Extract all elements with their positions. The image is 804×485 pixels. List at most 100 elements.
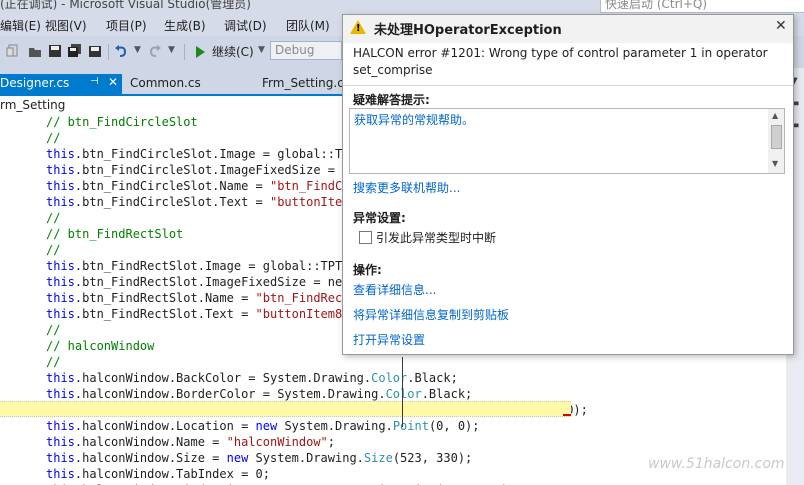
code-text: (0, 0); (428, 419, 480, 433)
code-text: .btn_FindRectSlot.Text = (74, 307, 256, 321)
save-selected-icon[interactable] (88, 44, 102, 58)
code-text: .halconWindow.Size = (74, 451, 227, 465)
undo-icon[interactable] (114, 44, 128, 58)
view-details-link[interactable]: 查看详细信息... (353, 281, 436, 298)
break-on-exception-label[interactable]: 引发此异常类型时中断 (376, 229, 496, 246)
code-line[interactable]: this.btn_FindRectSlot.ImageFixedSize = n… (46, 274, 357, 290)
code-keyword-this: this (46, 179, 75, 193)
code-comment: // (46, 355, 61, 369)
code-line[interactable]: // halconWindow (46, 338, 154, 354)
error-squiggle (563, 414, 571, 416)
continue-play-icon[interactable] (196, 46, 205, 58)
code-type: Point (392, 419, 429, 433)
code-line[interactable]: this.btn_FindCircleSlot.Text = "buttonIt… (46, 194, 349, 210)
warning-icon-mark: ! (356, 23, 361, 34)
tab-designer[interactable]: Designer.cs ⊣ ✕ (0, 74, 122, 94)
code-keyword-this: this (46, 467, 75, 481)
tab-frm-setting[interactable]: Frm_Setting.cs (262, 74, 344, 94)
code-line[interactable]: // (46, 322, 60, 338)
code-text: .halconWindow.Name = (74, 435, 227, 449)
solution-config-select[interactable]: Debug (270, 41, 342, 60)
code-text: .Black; (407, 371, 458, 385)
tab-designer-label: Designer.cs (0, 76, 70, 90)
scroll-thumb[interactable] (771, 125, 782, 149)
code-keyword-this: this (46, 419, 75, 433)
scroll-down-icon[interactable]: ▼ (772, 159, 778, 168)
menu-edit[interactable]: 编辑(E) (0, 17, 41, 34)
code-line[interactable]: this.halconWindow.Size = new System.Draw… (46, 450, 472, 466)
code-line[interactable]: this.halconWindow.Location = new System.… (46, 418, 480, 434)
code-keyword-this: this (46, 147, 75, 161)
code-keyword-this: this (46, 451, 75, 465)
code-keyword-this: this (46, 435, 75, 449)
exception-title: 未处理HOperatorException (374, 23, 562, 38)
scroll-up-icon[interactable]: ▲ (772, 111, 778, 120)
save-all-icon[interactable] (68, 44, 82, 58)
general-help-link[interactable]: 获取异常的常规帮助。 (354, 111, 474, 128)
search-online-help-link[interactable]: 搜索更多联机帮助... (353, 179, 460, 196)
open-exception-settings-link[interactable]: 打开异常设置 (353, 331, 425, 348)
code-line[interactable]: // (46, 130, 60, 146)
code-line[interactable]: this.btn_FindRectSlot.Text = "buttonItem… (46, 306, 349, 322)
code-line[interactable]: this.halconWindow.TabIndex = 0; (46, 466, 270, 482)
pin-icon[interactable]: ⊣ (90, 76, 99, 87)
menu-view[interactable]: 视图(V) (45, 17, 87, 34)
code-line[interactable]: // btn_FindCircleSlot (46, 116, 198, 130)
menu-team[interactable]: 团队(M) (286, 17, 330, 34)
code-type: Color (385, 387, 422, 401)
close-tab-icon[interactable]: ✕ (108, 75, 118, 89)
code-comment: // btn_FindCircleSlot (46, 116, 198, 129)
tab-frm-setting-label: Frm_Setting.cs (262, 76, 344, 90)
quick-launch-input[interactable]: 快速启动 (Ctrl+Q) (600, 0, 804, 13)
code-comment: // (46, 323, 61, 337)
code-line[interactable]: this.halconWindow.Name = "halconWindow"; (46, 434, 335, 450)
code-keyword-this: this (46, 387, 75, 401)
redo-icon[interactable] (148, 44, 162, 58)
tab-common[interactable]: Common.cs (128, 74, 248, 94)
menu-debug[interactable]: 调试(D) (224, 17, 267, 34)
code-line[interactable]: this.btn_FindCircleSlot.ImageFixedSize =… (46, 162, 357, 178)
tips-scrollbar[interactable]: ▲ ▼ (768, 109, 784, 173)
code-line[interactable]: this.btn_FindRectSlot.Name = "btn_FindRe… (46, 290, 349, 306)
class-dropdown-value[interactable]: rm_Setting (0, 98, 65, 112)
exception-message: HALCON error #1201: Wrong type of contro… (353, 46, 768, 77)
exception-assistant: ! 未处理HOperatorException ✕ HALCON error #… (342, 14, 794, 355)
code-text: .halconWindow.TabIndex = 0; (74, 467, 270, 481)
code-line[interactable]: this.btn_FindCircleSlot.Name = "btn_Find… (46, 178, 349, 194)
break-on-exception-checkbox[interactable] (359, 231, 372, 244)
code-line[interactable]: // btn_FindRectSlot (46, 226, 183, 242)
code-comment: // (46, 211, 61, 225)
code-line[interactable]: this.btn_FindRectSlot.Image = global::TP… (46, 258, 357, 274)
menu-project[interactable]: 项目(P) (106, 17, 147, 34)
current-statement-highlight (0, 401, 571, 417)
undo-dropdown-icon[interactable]: ▼ (134, 45, 141, 55)
save-icon[interactable] (48, 44, 62, 58)
code-string: "buttonItem (269, 195, 350, 209)
code-string: "btn_FindRect (255, 291, 350, 305)
new-project-icon[interactable] (6, 44, 20, 58)
watermark: www.51halcon.com (648, 456, 785, 472)
code-comment: // btn_FindRectSlot (46, 227, 184, 241)
code-line[interactable]: this.btn_FindCircleSlot.Image = global::… (46, 146, 357, 162)
menu-build[interactable]: 生成(B) (164, 17, 206, 34)
continue-button[interactable]: 继续(C) (212, 43, 254, 60)
open-file-icon[interactable] (28, 44, 42, 58)
window-title: (正在调试) - Microsoft Visual Studio(管理员) (0, 0, 251, 11)
code-line[interactable]: this.halconWindow.BackColor = System.Dra… (46, 370, 458, 386)
code-text: .halconWindow.Location = (74, 419, 256, 433)
redo-dropdown-icon[interactable]: ▼ (168, 45, 175, 55)
code-line[interactable]: // (46, 242, 60, 258)
debug-tooltip-line (402, 357, 403, 427)
continue-dropdown-icon[interactable]: ▼ (258, 45, 265, 55)
close-icon[interactable]: ✕ (775, 18, 787, 34)
code-text: .halconWindow.BorderColor = System.Drawi… (74, 387, 386, 401)
code-line[interactable]: this.halconWindow.BorderColor = System.D… (46, 386, 472, 402)
code-line[interactable]: // (46, 210, 60, 226)
code-text: .btn_FindCircleSlot.Text = (74, 195, 270, 209)
code-line[interactable]: // (46, 354, 60, 370)
troubleshooting-list: 获取异常的常规帮助。 ▲ ▼ (349, 108, 785, 174)
code-keyword-this: this (46, 291, 75, 305)
copy-details-link[interactable]: 将异常详细信息复制到剪贴板 (353, 306, 509, 323)
code-text: System.Drawing. (277, 419, 393, 433)
code-text: .btn_FindCircleSlot.Name = (74, 179, 270, 193)
